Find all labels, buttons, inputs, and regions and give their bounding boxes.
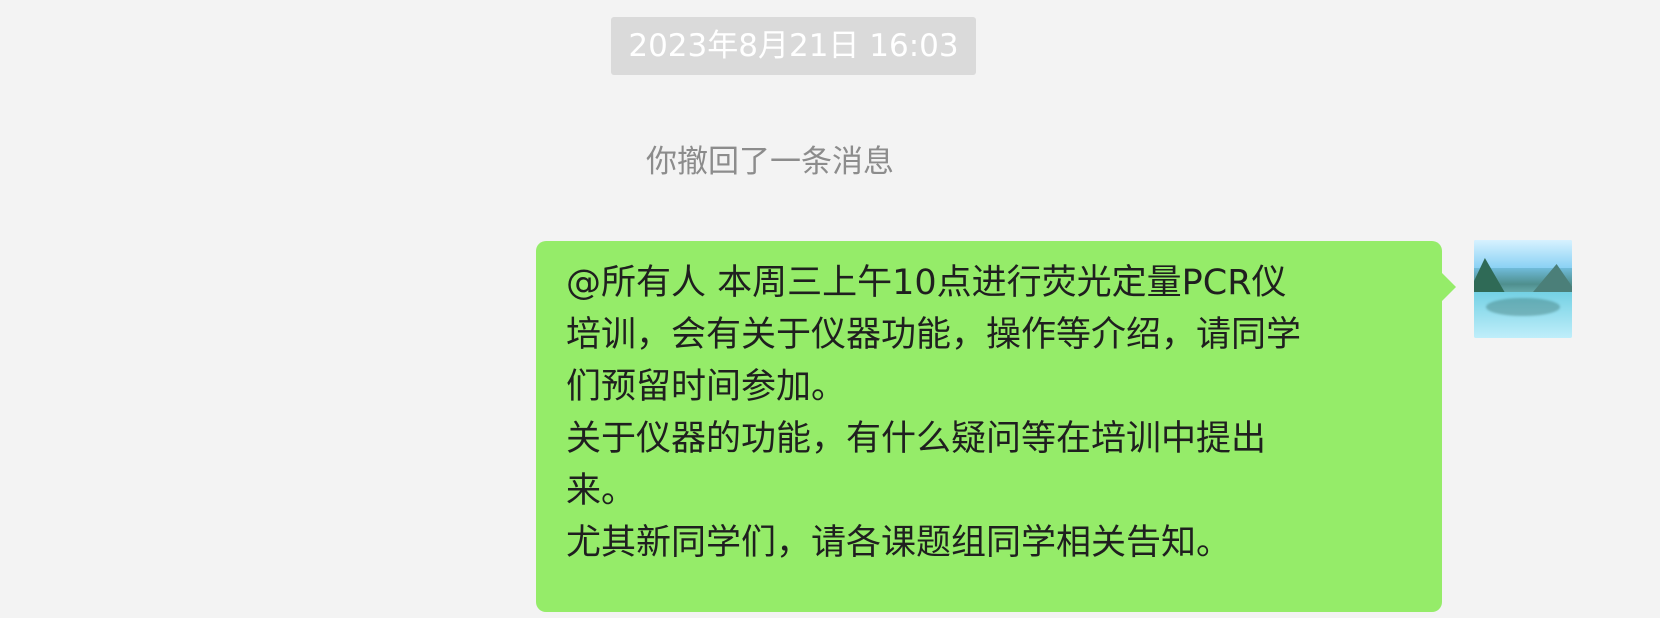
- chat-timestamp: 2023年8月21日 16:03: [611, 17, 976, 75]
- avatar-reflection: [1486, 298, 1560, 316]
- message-bubble-tail: [1442, 273, 1456, 301]
- recalled-message-notice: 你撤回了一条消息: [646, 144, 894, 180]
- avatar[interactable]: [1474, 240, 1572, 338]
- message-text: @所有人 本周三上午10点进行荧光定量PCR仪 培训，会有关于仪器功能，操作等介…: [566, 263, 1302, 563]
- outgoing-message-bubble[interactable]: @所有人 本周三上午10点进行荧光定量PCR仪 培训，会有关于仪器功能，操作等介…: [536, 241, 1456, 612]
- avatar-sky: [1474, 240, 1572, 268]
